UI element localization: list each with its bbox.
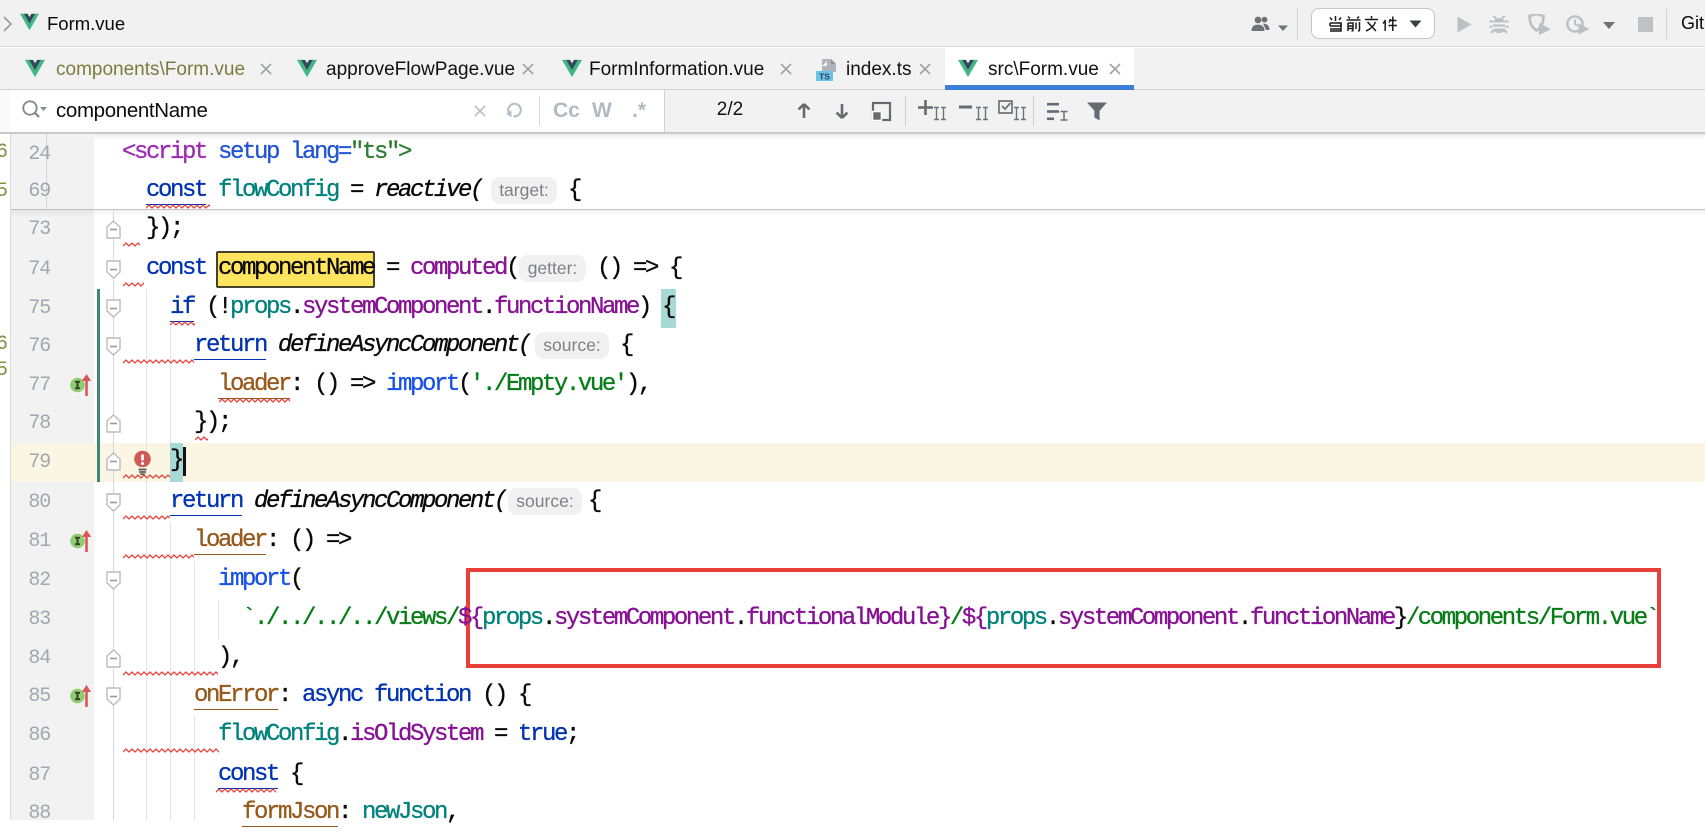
svg-text:TS: TS [819,72,830,82]
